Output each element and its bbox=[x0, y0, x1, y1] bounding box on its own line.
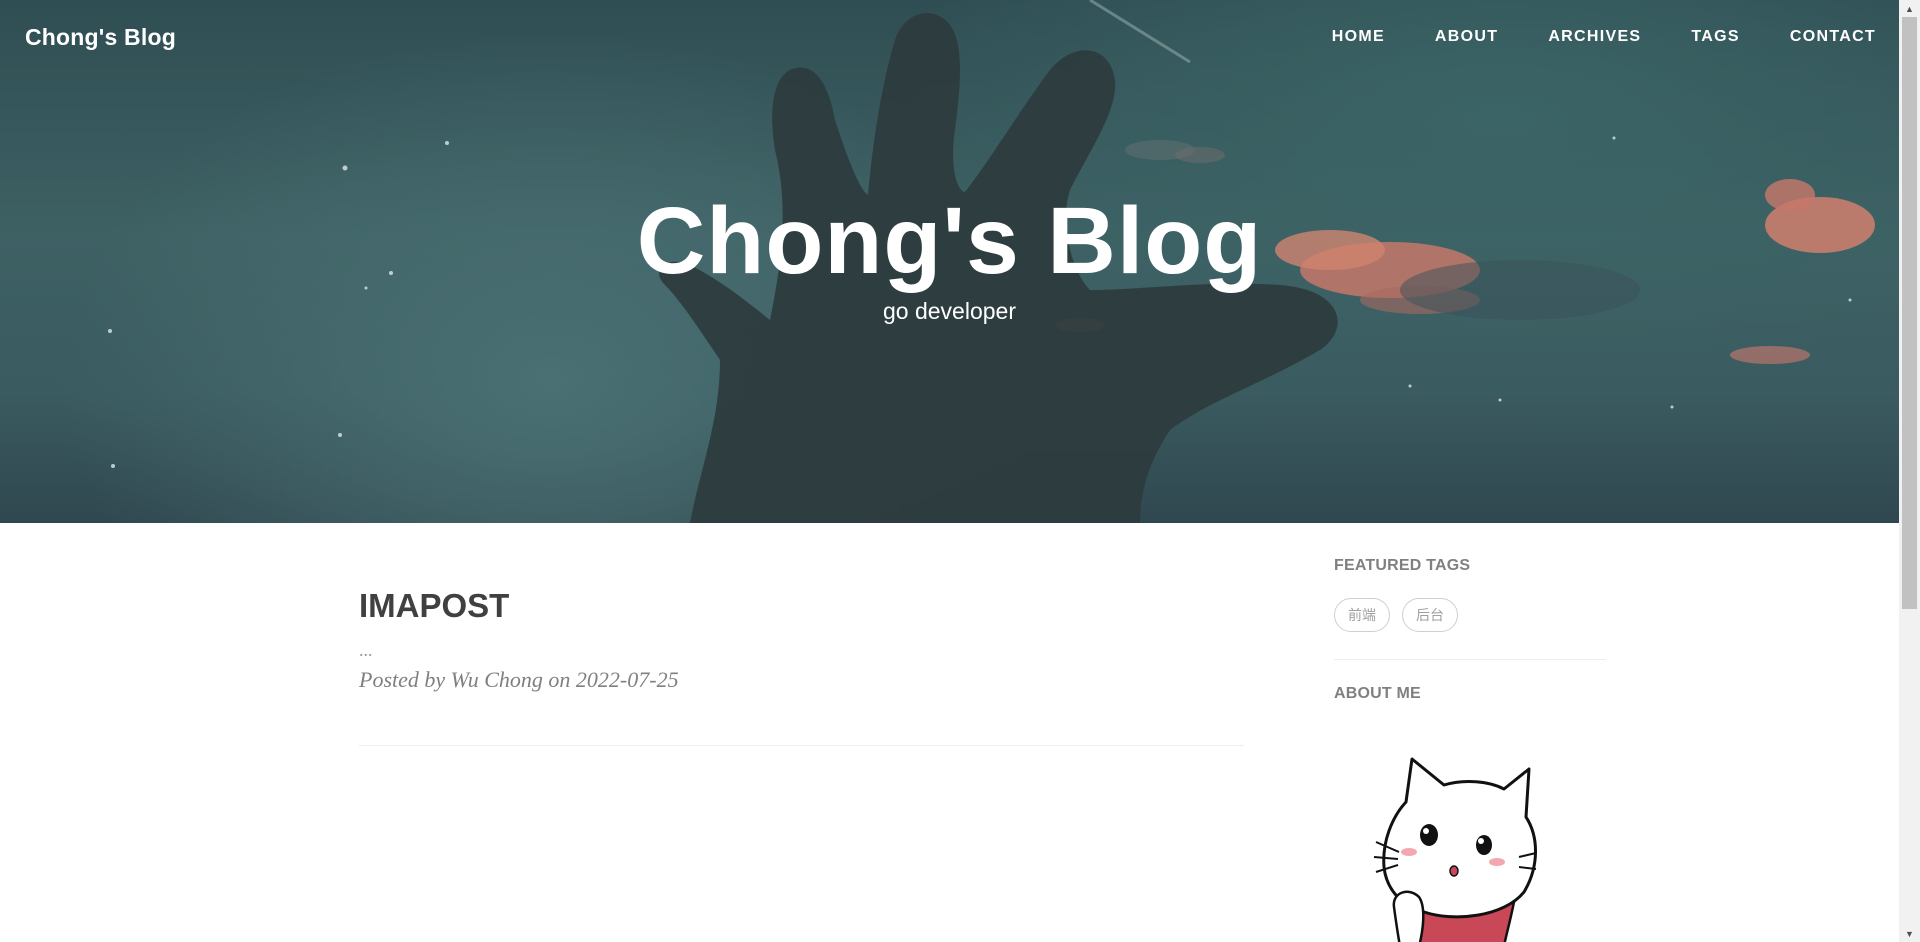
nav-link-home[interactable]: HOME bbox=[1332, 28, 1385, 46]
nav-links: HOME ABOUT ARCHIVES TAGS CONTACT bbox=[1282, 28, 1876, 46]
tag-backend[interactable]: 后台 bbox=[1402, 598, 1458, 632]
featured-tags: 前端 后台 bbox=[1334, 598, 1606, 632]
post-meta: Posted by Wu Chong on 2022-07-25 bbox=[359, 667, 679, 692]
scroll-up-arrow-icon[interactable]: ▲ bbox=[1899, 0, 1920, 17]
sidebar-divider bbox=[1334, 659, 1606, 660]
avatar-cat-image bbox=[1373, 757, 1537, 942]
page: Chong's Blog HOME ABOUT ARCHIVES TAGS CO… bbox=[0, 0, 1920, 942]
tag-frontend[interactable]: 前端 bbox=[1334, 598, 1390, 632]
post-divider bbox=[359, 745, 1244, 746]
nav-link-contact[interactable]: CONTACT bbox=[1790, 28, 1876, 46]
post-title-link[interactable]: IMAPOST bbox=[359, 580, 509, 632]
nav-link-about[interactable]: ABOUT bbox=[1435, 28, 1498, 46]
nav-link-archives[interactable]: ARCHIVES bbox=[1548, 28, 1641, 46]
scrollbar-thumb[interactable] bbox=[1902, 17, 1917, 609]
sidebar: FEATURED TAGS 前端 后台 ABOUT ME bbox=[1334, 557, 1606, 942]
post-preview: IMAPOST ... Posted by Wu Chong on 2022-0… bbox=[359, 580, 1244, 693]
featured-tags-heading: FEATURED TAGS bbox=[1334, 557, 1471, 574]
vertical-scrollbar[interactable]: ▲ ▼ bbox=[1899, 0, 1920, 942]
post-excerpt: ... bbox=[359, 640, 373, 660]
nav-link-tags[interactable]: TAGS bbox=[1691, 28, 1739, 46]
site-title: Chong's Blog bbox=[636, 188, 1263, 294]
site-heading: Chong's Blog go developer bbox=[0, 186, 1899, 325]
about-me-heading: ABOUT ME bbox=[1334, 685, 1421, 702]
post-list: IMAPOST ... Posted by Wu Chong on 2022-0… bbox=[359, 580, 1244, 693]
scroll-down-arrow-icon[interactable]: ▼ bbox=[1899, 925, 1920, 942]
top-navbar: Chong's Blog HOME ABOUT ARCHIVES TAGS CO… bbox=[0, 0, 1899, 78]
brand-link[interactable]: Chong's Blog bbox=[25, 24, 176, 51]
site-subtitle: go developer bbox=[883, 298, 1016, 324]
hero-header: Chong's Blog HOME ABOUT ARCHIVES TAGS CO… bbox=[0, 0, 1899, 523]
